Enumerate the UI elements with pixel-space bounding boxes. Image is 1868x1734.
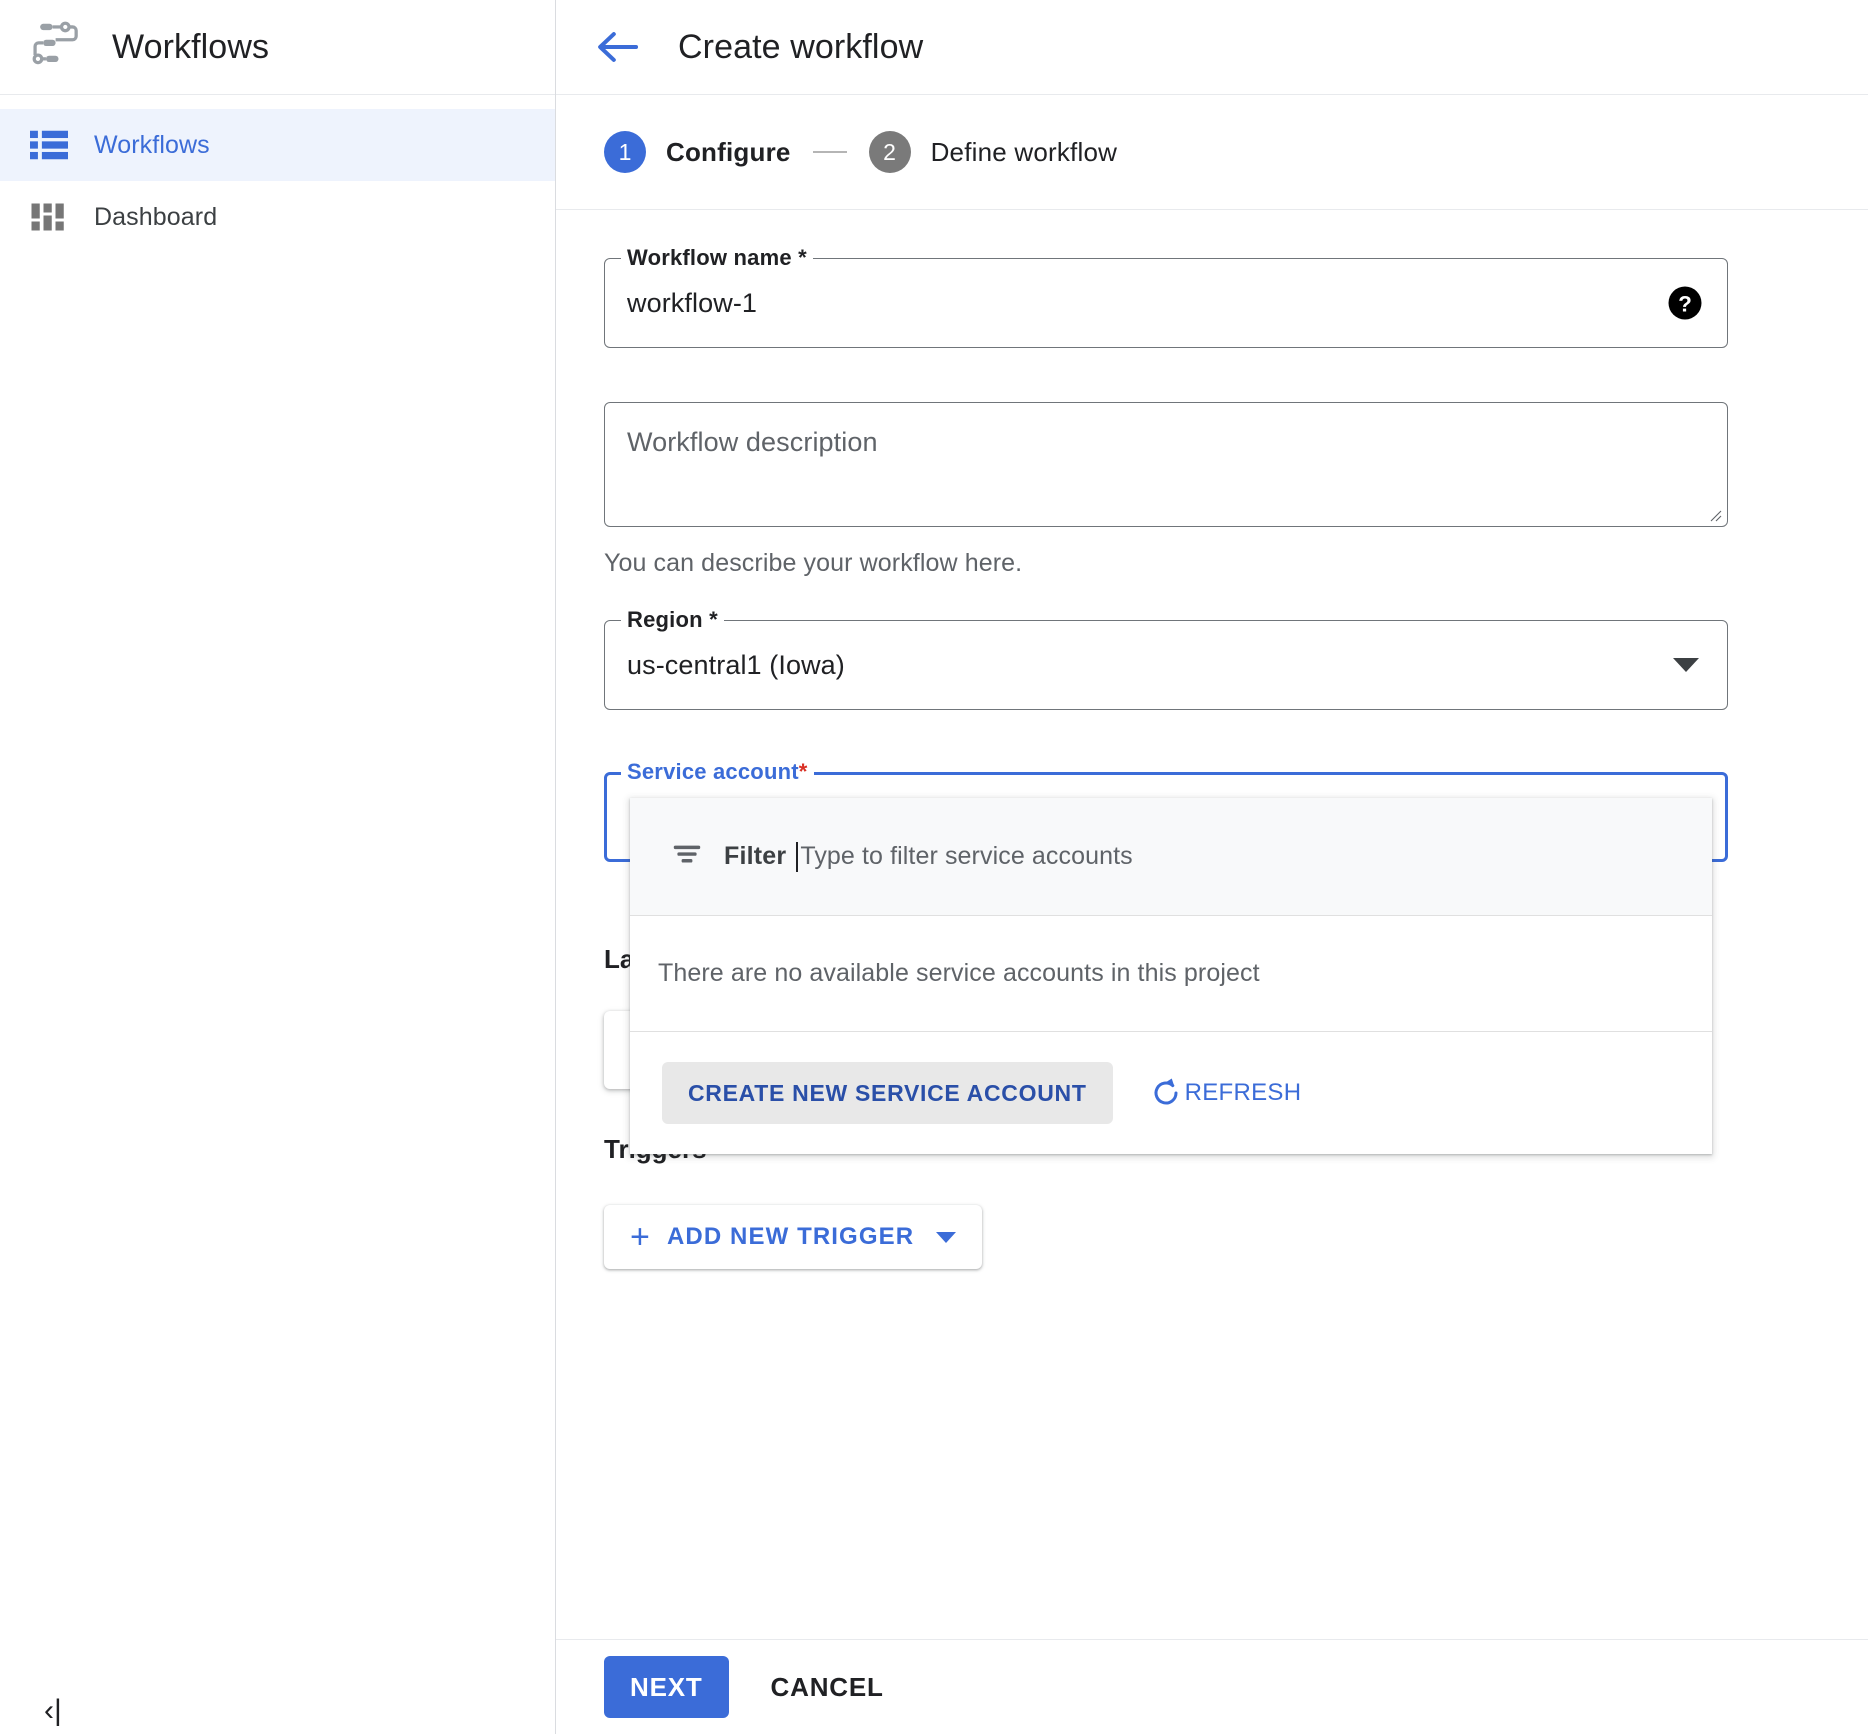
add-new-trigger-button[interactable]: + ADD NEW TRIGGER (604, 1205, 982, 1269)
step-separator (813, 151, 847, 153)
step-define-workflow[interactable]: 2 Define workflow (869, 131, 1118, 173)
workflow-name-value: workflow-1 (627, 288, 757, 319)
form-footer: NEXT CANCEL (556, 1639, 1868, 1734)
service-account-label-text: Service account (627, 759, 799, 784)
required-asterisk: * (799, 759, 808, 784)
step-configure[interactable]: 1 Configure (604, 131, 791, 173)
list-icon (30, 129, 78, 161)
stepper: 1 Configure 2 Define workflow (556, 95, 1868, 210)
service-account-dropdown-panel: Filter Type to filter service accounts T… (630, 798, 1712, 1154)
filter-icon (672, 842, 702, 871)
workflow-description-textarea[interactable]: Workflow description (604, 402, 1728, 527)
filter-input-placeholder: Type to filter service accounts (800, 842, 1132, 871)
region-field-wrap: Region * us-central1 (Iowa) (604, 620, 1728, 710)
sidebar-product-title: Workflows (112, 28, 269, 67)
step-number-badge: 2 (869, 131, 911, 173)
text-cursor (796, 842, 798, 872)
filter-label: Filter (724, 842, 786, 871)
plus-icon: + (630, 1220, 651, 1254)
svg-text:?: ? (1678, 291, 1692, 316)
region-select[interactable]: Region * us-central1 (Iowa) (604, 620, 1728, 710)
service-account-empty-message: There are no available service accounts … (630, 916, 1712, 1032)
add-new-trigger-label: ADD NEW TRIGGER (667, 1223, 914, 1251)
page-title: Create workflow (678, 28, 923, 67)
next-button[interactable]: NEXT (604, 1656, 729, 1718)
help-circle-icon[interactable]: ? (1667, 285, 1703, 321)
arrow-left-icon[interactable] (591, 20, 645, 74)
sidebar-nav: Workflows Dashboard (0, 95, 555, 253)
workflow-description-placeholder: Workflow description (627, 427, 878, 457)
service-account-filter-row[interactable]: Filter Type to filter service accounts (630, 798, 1712, 916)
step-number-badge: 1 (604, 131, 646, 173)
refresh-icon (1151, 1078, 1181, 1108)
workflow-name-input[interactable]: Workflow name * workflow-1 ? (604, 258, 1728, 348)
step-label: Define workflow (931, 137, 1118, 168)
sidebar-item-label: Workflows (94, 131, 210, 160)
create-new-service-account-button[interactable]: CREATE NEW SERVICE ACCOUNT (662, 1062, 1113, 1124)
service-account-panel-actions: CREATE NEW SERVICE ACCOUNT REFRESH (630, 1032, 1712, 1154)
refresh-button[interactable]: REFRESH (1145, 1077, 1308, 1109)
region-value: us-central1 (Iowa) (627, 650, 845, 681)
region-label: Region * (621, 607, 724, 633)
sidebar-item-workflows[interactable]: Workflows (0, 109, 555, 181)
page-header: Create workflow (556, 0, 1868, 95)
workflows-logo-icon (28, 16, 90, 78)
refresh-label: REFRESH (1185, 1079, 1302, 1107)
app-root: Workflows Workflows (0, 0, 1868, 1734)
resize-handle[interactable] (1706, 506, 1722, 522)
step-label: Configure (666, 137, 791, 168)
chevron-down-icon[interactable] (1673, 658, 1699, 672)
service-account-label: Service account* (621, 759, 814, 785)
workflow-name-field-wrap: Workflow name * workflow-1 ? (604, 258, 1728, 348)
sidebar: Workflows Workflows (0, 0, 556, 1734)
chevron-down-icon (936, 1232, 956, 1243)
sidebar-header: Workflows (0, 0, 555, 95)
dashboard-icon (30, 199, 78, 235)
workflow-name-label: Workflow name * (621, 245, 813, 271)
cancel-button[interactable]: CANCEL (765, 1671, 890, 1704)
sidebar-item-dashboard[interactable]: Dashboard (0, 181, 555, 253)
sidebar-item-label: Dashboard (94, 203, 217, 232)
workflow-description-hint: You can describe your workflow here. (604, 549, 1868, 578)
sidebar-collapse-button[interactable]: ‹| (44, 1696, 62, 1726)
